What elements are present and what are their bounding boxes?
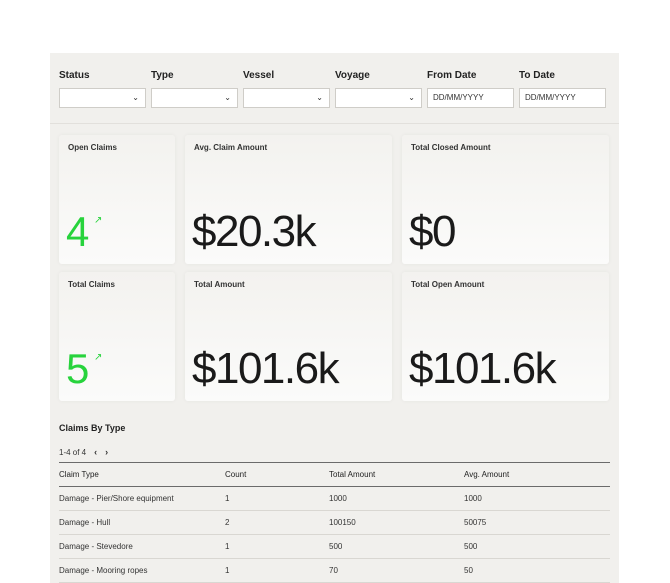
arrow-up-right-icon: ↗: [94, 215, 103, 226]
table-row: Damage - Pier/Shore equipment 1 1000 100…: [59, 486, 610, 511]
pagination: 1-4 of 4 ‹ ›: [59, 447, 108, 457]
cell-claim-type: Damage - Pier/Shore equipment: [59, 486, 225, 511]
from-date-filter: From Date DD/MM/YYYY: [427, 69, 514, 108]
table-header-row: Claim Type Count Total Amount Avg. Amoun…: [59, 462, 610, 487]
open-claims-label: Open Claims: [68, 143, 117, 152]
status-filter: Status ⌄: [59, 69, 146, 108]
table-row: Damage - Mooring ropes 1 70 50: [59, 558, 610, 583]
type-filter: Type ⌄: [151, 69, 238, 108]
avg-claim-amount-value: $20.3k: [192, 207, 317, 256]
filter-bar: Status ⌄ Type ⌄ Vessel ⌄ Voyage ⌄ From D…: [50, 53, 619, 124]
avg-claim-amount-label: Avg. Claim Amount: [194, 143, 268, 152]
voyage-select[interactable]: ⌄: [335, 88, 422, 108]
to-date-input[interactable]: DD/MM/YYYY: [519, 88, 606, 108]
total-closed-amount-label: Total Closed Amount: [411, 143, 491, 152]
cell-count: 1: [225, 558, 329, 583]
total-open-amount-value: $101.6k: [409, 344, 557, 393]
voyage-filter-label: Voyage: [335, 70, 370, 81]
to-date-label: To Date: [519, 70, 555, 81]
pagination-range: 1-4 of 4: [59, 447, 87, 457]
column-header-total-amount[interactable]: Total Amount: [329, 462, 464, 487]
open-claims-value: 4: [66, 208, 89, 255]
cell-total-amount: 1000: [329, 486, 464, 511]
chevron-down-icon: ⌄: [224, 93, 231, 102]
type-filter-label: Type: [151, 70, 174, 81]
cell-count: 1: [225, 486, 329, 511]
total-amount-label: Total Amount: [194, 280, 245, 289]
status-filter-label: Status: [59, 70, 90, 81]
chevron-left-icon[interactable]: ‹: [94, 447, 97, 457]
vessel-filter: Vessel ⌄: [243, 69, 330, 108]
cell-total-amount: 70: [329, 558, 464, 583]
cell-claim-type: Damage - Stevedore: [59, 534, 225, 559]
total-amount-value: $101.6k: [192, 344, 340, 393]
chevron-down-icon: ⌄: [132, 93, 139, 102]
vessel-filter-label: Vessel: [243, 70, 275, 81]
open-claims-card: Open Claims 4 ↗: [59, 135, 175, 264]
total-claims-card: Total Claims 5 ↗: [59, 272, 175, 401]
total-amount-card: Total Amount $101.6k: [185, 272, 392, 401]
column-header-avg-amount[interactable]: Avg. Amount: [464, 462, 610, 487]
cell-count: 2: [225, 510, 329, 535]
claims-by-type-table: Claim Type Count Total Amount Avg. Amoun…: [59, 462, 610, 583]
column-header-count[interactable]: Count: [225, 462, 329, 487]
type-select[interactable]: ⌄: [151, 88, 238, 108]
claims-dashboard: Status ⌄ Type ⌄ Vessel ⌄ Voyage ⌄ From D…: [50, 53, 619, 583]
chevron-down-icon: ⌄: [316, 93, 323, 102]
cell-claim-type: Damage - Hull: [59, 510, 225, 535]
from-date-label: From Date: [427, 70, 477, 81]
column-header-claim-type[interactable]: Claim Type: [59, 462, 225, 487]
table-row: Damage - Stevedore 1 500 500: [59, 534, 610, 559]
cell-avg-amount: 1000: [464, 486, 610, 511]
voyage-filter: Voyage ⌄: [335, 69, 422, 108]
total-open-amount-card: Total Open Amount $101.6k: [402, 272, 609, 401]
cell-claim-type: Damage - Mooring ropes: [59, 558, 225, 583]
cell-avg-amount: 50075: [464, 510, 610, 535]
cell-avg-amount: 50: [464, 558, 610, 583]
to-date-filter: To Date DD/MM/YYYY: [519, 69, 606, 108]
chevron-down-icon: ⌄: [408, 93, 415, 102]
from-date-input[interactable]: DD/MM/YYYY: [427, 88, 514, 108]
vessel-select[interactable]: ⌄: [243, 88, 330, 108]
status-select[interactable]: ⌄: [59, 88, 146, 108]
cell-total-amount: 100150: [329, 510, 464, 535]
total-closed-amount-value: $0: [409, 207, 456, 256]
arrow-up-right-icon: ↗: [94, 352, 103, 363]
cell-count: 1: [225, 534, 329, 559]
total-open-amount-label: Total Open Amount: [411, 280, 485, 289]
total-claims-value: 5: [66, 345, 89, 392]
total-closed-amount-card: Total Closed Amount $0: [402, 135, 609, 264]
cell-total-amount: 500: [329, 534, 464, 559]
chevron-right-icon[interactable]: ›: [105, 447, 108, 457]
cell-avg-amount: 500: [464, 534, 610, 559]
avg-claim-amount-card: Avg. Claim Amount $20.3k: [185, 135, 392, 264]
table-row: Damage - Hull 2 100150 50075: [59, 510, 610, 535]
total-claims-label: Total Claims: [68, 280, 115, 289]
claims-by-type-title: Claims By Type: [59, 423, 126, 433]
